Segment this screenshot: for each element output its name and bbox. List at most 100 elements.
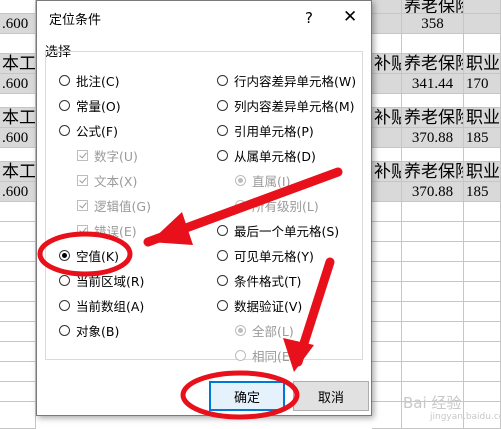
cell[interactable]: .600 [0,128,36,148]
cell[interactable] [402,282,464,302]
cell[interactable] [0,0,36,14]
cell[interactable] [0,362,36,382]
radio-icon[interactable] [59,249,70,261]
radio-icon[interactable] [59,124,70,136]
cell[interactable] [464,342,501,362]
cell[interactable]: 养老保险 [402,162,464,182]
cell[interactable] [464,0,501,14]
cell[interactable] [402,322,464,342]
cell[interactable] [0,402,36,429]
radio-icon[interactable] [217,299,228,311]
cell[interactable] [0,148,36,162]
radio-icon[interactable] [59,274,70,286]
cell[interactable]: 185 [464,182,501,202]
cell[interactable] [0,302,36,322]
cell[interactable] [372,262,402,282]
cell[interactable] [464,302,501,322]
cell[interactable] [402,94,464,108]
cell[interactable] [372,322,402,342]
radio-icon[interactable] [217,74,228,86]
cell[interactable]: 本工资 [0,162,36,182]
cell[interactable] [372,182,402,202]
cell[interactable] [464,242,501,262]
cell[interactable] [372,222,402,242]
cell[interactable] [402,302,464,322]
cell[interactable] [464,382,501,402]
option-dependents[interactable]: 从属单元格(D) [217,146,316,164]
cell[interactable] [372,282,402,302]
cancel-button[interactable]: 取消 [293,381,369,411]
cell[interactable] [402,242,464,262]
option-objects[interactable]: 对象(B) [59,321,119,339]
cell[interactable] [464,322,501,342]
option-formulas[interactable]: 公式(F) [59,121,118,139]
cell[interactable] [0,222,36,242]
cell[interactable] [372,242,402,262]
cell[interactable] [0,242,36,262]
option-current-array[interactable]: 当前数组(A) [59,296,144,314]
cell[interactable]: 补贴 [372,54,402,74]
cell[interactable]: .600 [0,74,36,94]
cell[interactable]: 341.44 [402,74,464,94]
cell[interactable] [372,34,402,54]
cell[interactable] [402,202,464,222]
cell[interactable] [402,148,464,162]
radio-icon[interactable] [59,74,70,86]
radio-icon[interactable] [59,299,70,311]
option-comments[interactable]: 批注(C) [59,71,119,89]
cell[interactable] [0,342,36,362]
help-icon[interactable]: ? [305,9,313,27]
cell[interactable]: 养老保险 [402,108,464,128]
cell[interactable] [464,94,501,108]
radio-icon[interactable] [217,274,228,286]
cell[interactable]: 370.88 [402,182,464,202]
cell[interactable] [464,222,501,242]
cell[interactable] [0,382,36,402]
cell[interactable] [372,342,402,362]
cell[interactable]: 职业 [464,162,501,182]
cell[interactable] [402,34,464,54]
option-column-differences[interactable]: 列内容差异单元格(M) [217,96,355,114]
option-blanks[interactable]: 空值(K) [59,246,119,264]
option-last-cell[interactable]: 最后一个单元格(S) [217,221,339,239]
cell[interactable] [464,14,501,34]
cell[interactable] [372,302,402,322]
cell[interactable] [464,148,501,162]
cell[interactable]: 职业 [464,54,501,74]
cell[interactable]: 职业 [464,108,501,128]
cell[interactable] [372,14,402,34]
cell[interactable]: 本工资 [0,54,36,74]
cell[interactable] [0,202,36,222]
cell[interactable] [372,382,402,402]
cell[interactable] [372,202,402,222]
radio-icon[interactable] [217,149,228,161]
cell[interactable]: 养老保险 [402,0,464,14]
cell[interactable] [402,262,464,282]
cell[interactable] [0,34,36,54]
cell[interactable]: .600 [0,182,36,202]
radio-icon[interactable] [59,324,70,336]
cell[interactable] [0,262,36,282]
cell[interactable]: 370.88 [402,128,464,148]
cell[interactable] [464,262,501,282]
cell[interactable] [402,222,464,242]
radio-icon[interactable] [217,124,228,136]
option-precedents[interactable]: 引用单元格(P) [217,121,314,139]
cell[interactable]: 本工资 [0,108,36,128]
ok-button[interactable]: 确定 [209,381,285,411]
cell[interactable] [0,282,36,302]
cell[interactable] [464,34,501,54]
cell[interactable]: 185 [464,128,501,148]
option-current-region[interactable]: 当前区域(R) [59,271,144,289]
option-row-differences[interactable]: 行内容差异单元格(W) [217,71,356,89]
cell[interactable]: 补贴 [372,108,402,128]
cell[interactable] [372,74,402,94]
close-icon[interactable]: ✕ [343,7,357,27]
cell[interactable] [0,94,36,108]
cell[interactable]: 补贴 [372,162,402,182]
radio-icon[interactable] [217,99,228,111]
option-constants[interactable]: 常量(O) [59,96,121,114]
cell[interactable] [372,402,402,429]
cell[interactable] [372,94,402,108]
option-data-validation[interactable]: 数据验证(V) [217,296,302,314]
